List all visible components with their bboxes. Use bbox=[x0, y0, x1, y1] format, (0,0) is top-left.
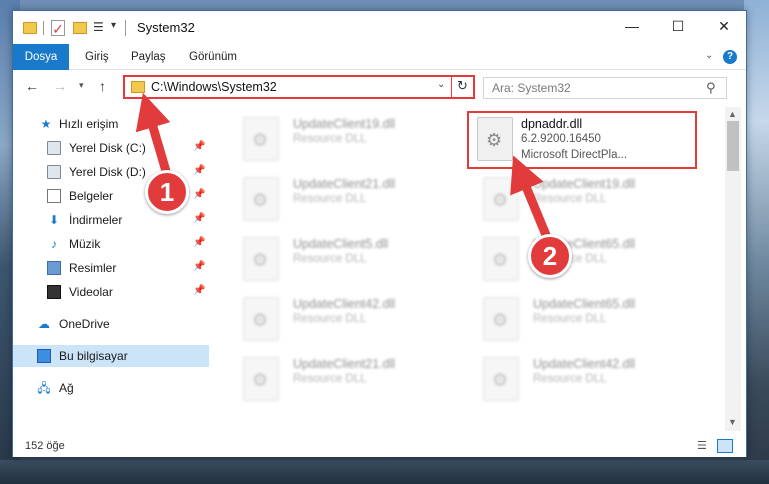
callout-arrow-2-line bbox=[510, 155, 553, 242]
callout-arrow-1 bbox=[135, 92, 553, 242]
callout-badge-1: 1 bbox=[145, 170, 189, 214]
callout-arrow-1-line bbox=[135, 92, 173, 180]
callout-badge-2: 2 bbox=[528, 234, 572, 278]
